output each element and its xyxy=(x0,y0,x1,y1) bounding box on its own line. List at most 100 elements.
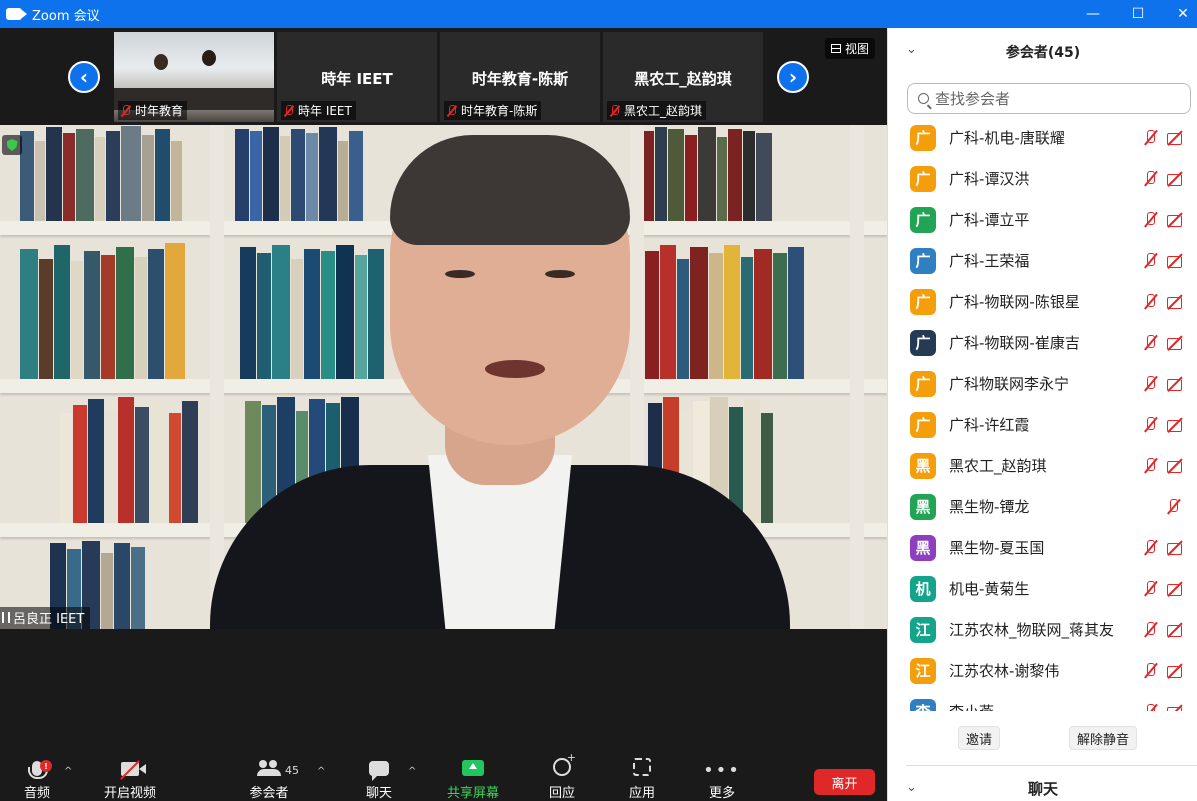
participant-row[interactable]: 广广科-谭汉洪 xyxy=(888,158,1197,199)
close-button[interactable]: ✕ xyxy=(1160,0,1197,28)
participant-name: 江苏农林_物联网_蒋其友 xyxy=(949,621,1115,639)
participants-title: 参会者(45) xyxy=(1005,45,1081,61)
audio-warning-badge: ! xyxy=(40,760,52,772)
zoom-meeting-window: Zoom 会议 — ☐ ✕ ‹ 时年教育 時年 IEET 時年 IEET 时年教… xyxy=(0,0,1197,801)
participant-row[interactable]: 广广科-谭立平 xyxy=(888,199,1197,240)
prev-page-button[interactable]: ‹ xyxy=(68,61,100,93)
participant-name: 广科-物联网-陈银星 xyxy=(949,293,1080,311)
mic-muted-icon xyxy=(1143,416,1159,433)
participant-search[interactable] xyxy=(907,83,1191,114)
thumb-name: 黑农工_赵韵琪 xyxy=(624,104,703,118)
speaker-person xyxy=(200,135,800,629)
participant-name: 广科-许红霞 xyxy=(949,416,1030,434)
emoji-add-icon xyxy=(553,751,576,776)
video-thumbnail-strip: ‹ 时年教育 時年 IEET 時年 IEET 时年教育-陈斯 时年教育-陈斯 黑… xyxy=(0,28,887,125)
participant-row[interactable]: 广广科-物联网-崔康吉 xyxy=(888,322,1197,363)
next-page-button[interactable]: › xyxy=(777,61,809,93)
chat-label: 聊天 xyxy=(365,786,392,801)
mic-muted-icon xyxy=(1166,498,1182,515)
security-shield[interactable] xyxy=(2,135,22,155)
audio-button[interactable]: 音频 xyxy=(14,752,60,801)
avatar: 广 xyxy=(910,165,936,192)
chat-button[interactable]: 聊天 xyxy=(356,752,402,801)
participant-row[interactable]: 李 李小燕 xyxy=(888,691,1197,711)
book-row xyxy=(20,125,183,221)
chat-section-header[interactable]: ⌄ 聊天 xyxy=(906,765,1197,801)
avatar: 江 xyxy=(910,657,936,684)
panel-actions: 邀请 解除静音 xyxy=(888,726,1197,750)
speaker-name-label: 呂良正 IEET xyxy=(0,607,91,629)
speaker-hair xyxy=(390,135,630,245)
reactions-button[interactable]: 回应 xyxy=(539,751,585,801)
thumb-name: 時年 IEET xyxy=(298,104,352,118)
avatar: 广 xyxy=(910,247,936,274)
participant-row[interactable]: 黑黑生物-镡龙 xyxy=(888,486,1197,527)
avatar: 机 xyxy=(910,575,936,602)
active-speaker-video[interactable]: 呂良正 IEET xyxy=(0,125,887,629)
video-off-icon xyxy=(1166,376,1186,392)
mic-muted-icon xyxy=(120,104,132,117)
participant-row[interactable]: 江江苏农林_物联网_蒋其友 xyxy=(888,609,1197,650)
participant-row[interactable]: 广广科-许红霞 xyxy=(888,404,1197,445)
video-off-icon xyxy=(1166,335,1186,351)
search-input[interactable] xyxy=(935,89,1175,108)
avatar: 黑 xyxy=(910,534,936,561)
participant-row[interactable]: 广广科物联网李永宁 xyxy=(888,363,1197,404)
video-off-icon xyxy=(1166,458,1186,474)
start-video-button[interactable]: 开启视频 xyxy=(98,752,162,801)
react-label: 回应 xyxy=(548,786,575,801)
participants-panel: ⌄ 参会者(45) 广广科-机电-唐联耀广广科-谭汉洪广广科-谭立平广广科-王荣… xyxy=(887,28,1197,801)
video-thumb[interactable]: 時年 IEET 時年 IEET xyxy=(277,32,437,122)
apps-button[interactable]: 应用 xyxy=(619,752,665,801)
participant-list[interactable]: 广广科-机电-唐联耀广广科-谭汉洪广广科-谭立平广广科-王荣福广广科-物联网-陈… xyxy=(888,117,1197,711)
more-label: 更多 xyxy=(708,786,735,801)
shield-icon xyxy=(6,139,18,151)
video-off-icon xyxy=(1166,253,1186,269)
chat-title: 聊天 xyxy=(1027,780,1058,798)
invite-button[interactable]: 邀请 xyxy=(958,726,1001,750)
thumb-display-name: 黑农工_赵韵琪 xyxy=(634,70,732,88)
video-thumb[interactable]: 时年教育-陈斯 时年教育-陈斯 xyxy=(440,32,600,122)
view-grid-icon xyxy=(831,44,841,53)
leave-button[interactable]: 离开 xyxy=(814,769,875,795)
participant-row[interactable]: 黑黑农工_赵韵琪 xyxy=(888,445,1197,486)
participant-row[interactable]: 广广科-物联网-陈银星 xyxy=(888,281,1197,322)
participant-row[interactable]: 江江苏农林-谢黎伟 xyxy=(888,650,1197,691)
share-screen-icon xyxy=(462,760,484,776)
chat-options-caret[interactable]: ^ xyxy=(408,766,416,777)
video-thumb[interactable]: 时年教育 xyxy=(114,32,274,122)
participants-options-caret[interactable]: ^ xyxy=(317,766,325,777)
speaker-eye xyxy=(445,270,475,278)
mic-muted-icon xyxy=(1143,580,1159,597)
maximize-button[interactable]: ☐ xyxy=(1115,0,1161,28)
participant-name: 江苏农林-谢黎伟 xyxy=(949,662,1060,680)
avatar: 广 xyxy=(910,370,936,397)
video-off-icon xyxy=(121,762,146,776)
minimize-button[interactable]: — xyxy=(1070,0,1116,28)
title-bar: Zoom 会议 — ☐ ✕ xyxy=(0,0,1197,28)
participants-panel-header: ⌄ 参会者(45) xyxy=(888,28,1197,74)
share-screen-button[interactable]: 共享屏幕 xyxy=(441,752,505,801)
participants-icon xyxy=(257,760,281,776)
video-off-icon xyxy=(1166,704,1186,711)
mic-muted-icon xyxy=(1143,211,1159,228)
audio-options-caret[interactable]: ^ xyxy=(64,766,72,777)
mic-muted-icon xyxy=(1143,334,1159,351)
participant-name: 广科-物联网-崔康吉 xyxy=(949,334,1080,352)
participant-row[interactable]: 黑黑生物-夏玉国 xyxy=(888,527,1197,568)
thumb-name-label: 黑农工_赵韵琪 xyxy=(607,101,707,120)
video-off-icon xyxy=(1166,581,1186,597)
mic-muted-icon xyxy=(1143,539,1159,556)
unmute-all-button[interactable]: 解除静音 xyxy=(1069,726,1138,750)
participant-name: 黑农工_赵韵琪 xyxy=(949,457,1047,475)
participant-row[interactable]: 机机电-黄菊生 xyxy=(888,568,1197,609)
video-thumb[interactable]: 黑农工_赵韵琪 黑农工_赵韵琪 xyxy=(603,32,763,122)
participant-name: 李小燕 xyxy=(949,701,994,711)
video-off-icon xyxy=(1166,622,1186,638)
participant-row[interactable]: 广广科-机电-唐联耀 xyxy=(888,117,1197,158)
share-label: 共享屏幕 xyxy=(446,786,499,801)
view-button[interactable]: 视图 xyxy=(825,38,876,59)
participant-row[interactable]: 广广科-王荣福 xyxy=(888,240,1197,281)
mic-muted-icon xyxy=(283,104,295,117)
more-button[interactable]: ••• 更多 xyxy=(699,752,745,801)
